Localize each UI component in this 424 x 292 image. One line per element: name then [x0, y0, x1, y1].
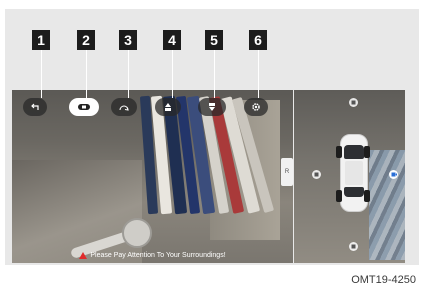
side-tab-label: R [284, 169, 290, 175]
leader-line-3 [128, 50, 129, 98]
front-camera-icon [165, 103, 171, 111]
wheel [336, 146, 342, 158]
wheel [336, 190, 342, 202]
leader-line-5 [214, 50, 215, 98]
warning-text: Please Pay Attention To Your Surrounding… [90, 252, 226, 259]
camera-view-button[interactable] [69, 98, 99, 116]
pipe-joint [122, 218, 152, 248]
warning-banner: Please Pay Attention To Your Surrounding… [12, 252, 293, 259]
left-cam-icon[interactable] [312, 170, 321, 179]
callout-1: 1 [32, 30, 50, 50]
settings-gear-icon [252, 103, 260, 111]
toolbar [12, 98, 293, 120]
aerial-background [369, 150, 405, 260]
right-cam-icon[interactable] [389, 170, 398, 179]
wheel [364, 146, 370, 158]
callout-5: 5 [205, 30, 223, 50]
callout-6: 6 [249, 30, 267, 50]
leader-line-4 [172, 50, 173, 98]
aerial-view [294, 90, 405, 263]
front-cam-icon[interactable] [349, 98, 358, 107]
figure-caption: OMT19-4250 [351, 274, 416, 286]
windshield [344, 145, 364, 159]
rear-camera-button[interactable] [198, 98, 226, 116]
camera-view: Please Pay Attention To Your Surrounding… [12, 90, 293, 263]
rear-camera-icon [209, 103, 215, 111]
panorama-rotate-icon [119, 105, 129, 111]
camera-view-icon [78, 104, 90, 110]
wheel [364, 190, 370, 202]
settings-button[interactable] [244, 98, 268, 116]
leader-line-2 [86, 50, 87, 98]
leader-line-1 [41, 50, 42, 98]
roof [345, 161, 363, 185]
side-tab[interactable]: R [281, 158, 293, 186]
panorama-rotate-button[interactable] [111, 98, 137, 116]
back-arrow-icon [31, 103, 39, 110]
rear-cam-icon[interactable] [349, 242, 358, 251]
leader-line-6 [258, 50, 259, 98]
warning-icon [79, 252, 88, 259]
back-button[interactable] [23, 98, 47, 116]
callout-2: 2 [77, 30, 95, 50]
callout-3: 3 [119, 30, 137, 50]
callout-4: 4 [163, 30, 181, 50]
rear-window [344, 187, 364, 197]
front-camera-button[interactable] [155, 98, 181, 116]
